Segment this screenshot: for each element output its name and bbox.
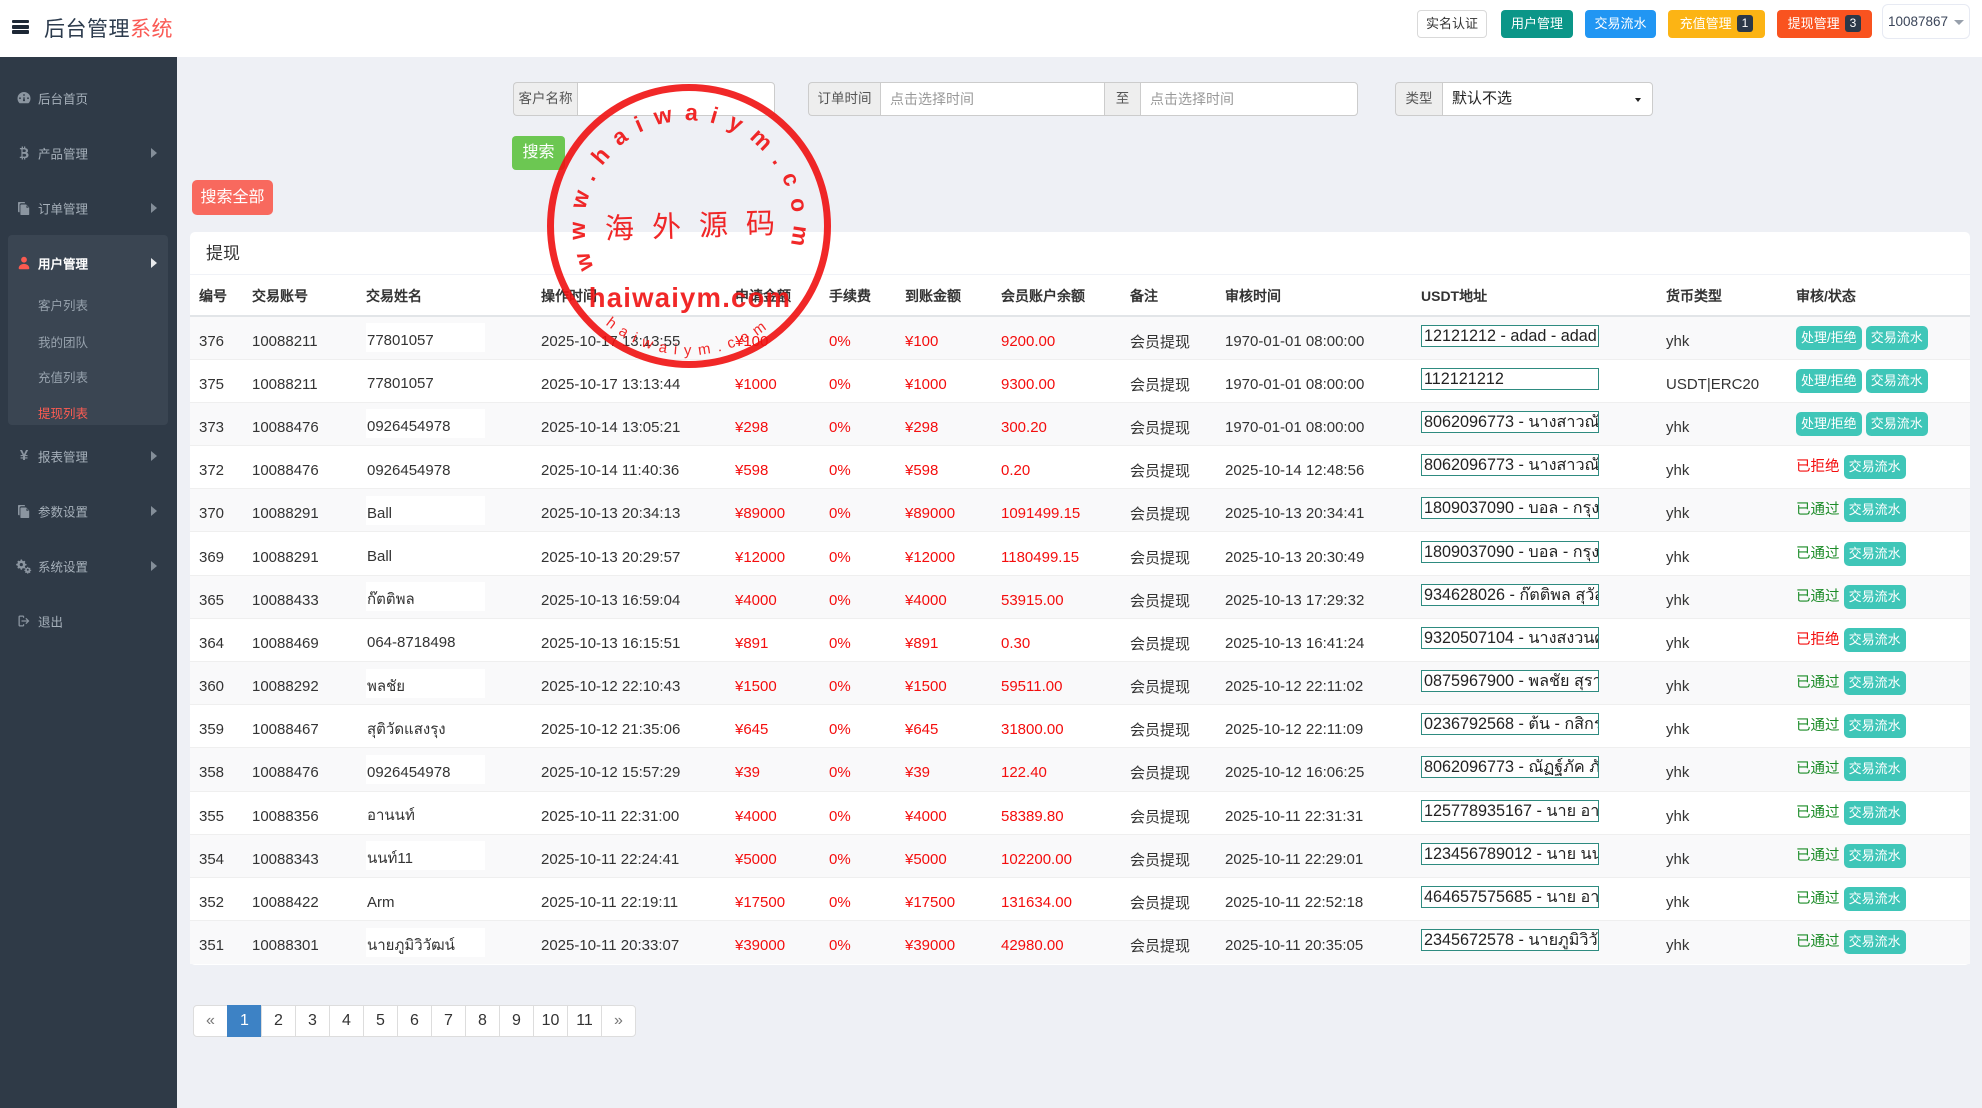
svg-text:haiwaiym.com: haiwaiym.com — [589, 282, 791, 313]
svg-text:海外源码: 海外源码 — [604, 206, 793, 246]
